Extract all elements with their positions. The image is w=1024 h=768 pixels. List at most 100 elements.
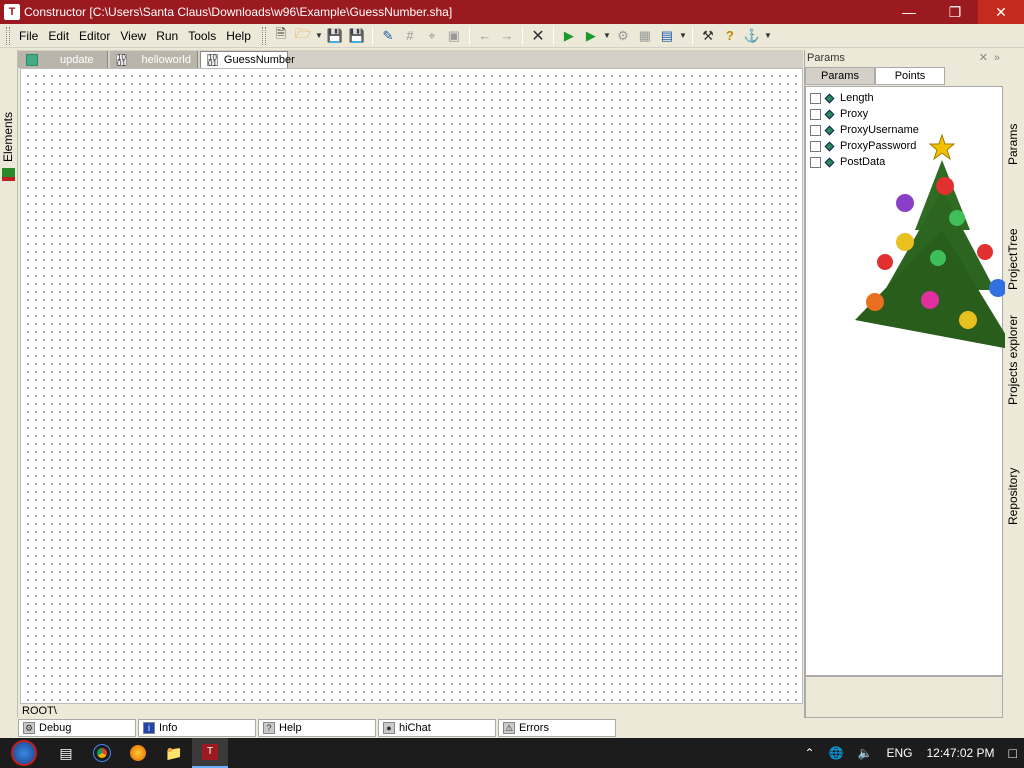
anchor-icon[interactable]: ⚓ [741,25,763,47]
dropdown-arrow-icon[interactable]: ▼ [602,25,612,47]
console-icon[interactable]: ▦ [634,25,656,47]
tab-help[interactable]: ? Help [258,719,376,737]
grid-icon[interactable]: # [399,25,421,47]
errors-icon: ⚠ [503,722,515,734]
collapse-panel-icon[interactable]: » [994,50,1000,66]
notification-icon[interactable]: □ [1009,745,1017,761]
debug-icon: ⚙ [23,722,35,734]
elements-tab[interactable]: Elements [1,112,15,162]
clock[interactable]: 12:47:02 PM [926,746,994,760]
start-button[interactable] [0,738,48,768]
toolbar-grip[interactable] [261,26,266,45]
tab-params[interactable]: Params [805,67,875,85]
align-icon[interactable]: ⌖ [421,25,443,47]
run-options-icon[interactable]: ▶ [580,25,602,47]
checkbox[interactable] [810,92,821,104]
point-icon [824,157,835,167]
list-item[interactable]: Length [806,90,1002,106]
tab-projects-explorer[interactable]: Projects explorer [1006,315,1020,405]
dropdown-arrow-icon[interactable]: ▼ [678,25,688,47]
tab-points[interactable]: Points [875,67,945,85]
menu-editor[interactable]: Editor [74,24,115,48]
checkbox[interactable] [810,108,821,120]
edit-form-icon[interactable]: ✎ [377,25,399,47]
checkbox[interactable] [810,140,821,152]
save-icon[interactable]: 💾 [324,25,346,47]
maximize-button[interactable]: ❐ [932,0,978,24]
design-canvas[interactable] [20,68,803,704]
volume-icon[interactable]: 🔈 [858,746,873,760]
tab-update[interactable]: update [18,51,108,68]
tools-icon[interactable]: ⚒ [697,25,719,47]
network-icon[interactable]: 🌐 [829,746,844,760]
christmas-tree-icon [855,133,1015,350]
close-button[interactable]: ✕ [978,0,1024,24]
tab-debug[interactable]: ⚙ Debug [18,719,136,737]
frame-icon[interactable]: ▣ [443,25,465,47]
info-icon: i [143,722,155,734]
taskbar: ▤ 📁 T ⌃ 🌐 🔈 ENG 12:47:02 PM □ [0,738,1024,768]
file-explorer-icon[interactable]: 📁 [156,738,192,768]
binary-file-icon: 10 01 [207,53,218,68]
binary-file-icon: 10 01 [116,52,128,68]
menu-view[interactable]: View [115,24,151,48]
bottom-dock-tabs: ⚙ Debug i Info ? Help ● hiChat ⚠ Errors [18,719,1024,737]
back-arrow-icon[interactable]: ← [474,25,496,47]
chrome-icon[interactable] [84,738,120,768]
tab-projecttree[interactable]: ProjectTree [1006,228,1020,290]
point-icon [824,109,835,119]
elements-icon [2,168,15,181]
checkbox[interactable] [810,124,821,136]
chevron-up-icon[interactable]: ⌃ [805,746,815,760]
close-panel-icon[interactable]: ✕ [979,50,988,66]
tab-hichat[interactable]: ● hiChat [378,719,496,737]
separator [468,26,470,45]
left-sidebar: Elements [0,50,18,718]
dropdown-arrow-icon[interactable]: ▼ [763,25,773,47]
separator [552,26,554,45]
windows-logo-icon [26,53,38,66]
tab-guessnumber[interactable]: 10 01 GuessNumber [200,51,295,68]
task-view-icon[interactable]: ▤ [48,738,84,768]
tab-repository[interactable]: Repository [1006,468,1020,525]
tab-errors[interactable]: ⚠ Errors [498,719,616,737]
separator [521,26,523,45]
menu-edit[interactable]: Edit [43,24,74,48]
point-icon [824,141,835,151]
tab-helloworld[interactable]: 10 01 helloworld [110,51,198,68]
point-icon [824,93,835,103]
system-tray: ⌃ 🌐 🔈 ENG 12:47:02 PM □ [798,738,1024,768]
minimize-button[interactable]: — [886,0,932,24]
open-folder-icon[interactable]: 🗁 [292,25,314,47]
item-label: Proxy [840,108,869,120]
toolbar-grip[interactable] [6,26,10,45]
tab-params-side[interactable]: Params [1006,124,1020,165]
menu-help[interactable]: Help [221,24,256,48]
tab-info[interactable]: i Info [138,719,256,737]
tab-label: GuessNumber [223,54,295,66]
tab-label: update [60,53,94,66]
firefox-icon[interactable] [120,738,156,768]
menu-run[interactable]: Run [151,24,183,48]
item-label: Length [840,92,874,104]
menu-file[interactable]: File [14,24,43,48]
help-icon[interactable]: ? [719,25,741,47]
constructor-app-icon[interactable]: T [192,738,228,768]
tab-label: Help [279,722,302,734]
dropdown-arrow-icon[interactable]: ▼ [314,25,324,47]
checkbox[interactable] [810,156,821,168]
delete-icon[interactable]: ✕ [527,25,549,47]
path-bar: ROOT\ [20,704,803,718]
save-all-icon[interactable]: 💾 [346,25,368,47]
debug-step-icon[interactable]: ⚙ [612,25,634,47]
tab-label: hiChat [399,722,431,734]
compile-icon[interactable]: ▤ [656,25,678,47]
menu-tools[interactable]: Tools [183,24,221,48]
document-tabs: update 10 01 helloworld 10 01 GuessNumber [18,50,803,68]
language-indicator[interactable]: ENG [886,746,912,760]
forward-arrow-icon[interactable]: → [496,25,518,47]
run-icon[interactable]: ▶ [558,25,580,47]
new-file-icon[interactable]: 🗎 [270,25,292,47]
tab-label: Info [159,722,178,734]
tab-label: Errors [519,722,549,734]
